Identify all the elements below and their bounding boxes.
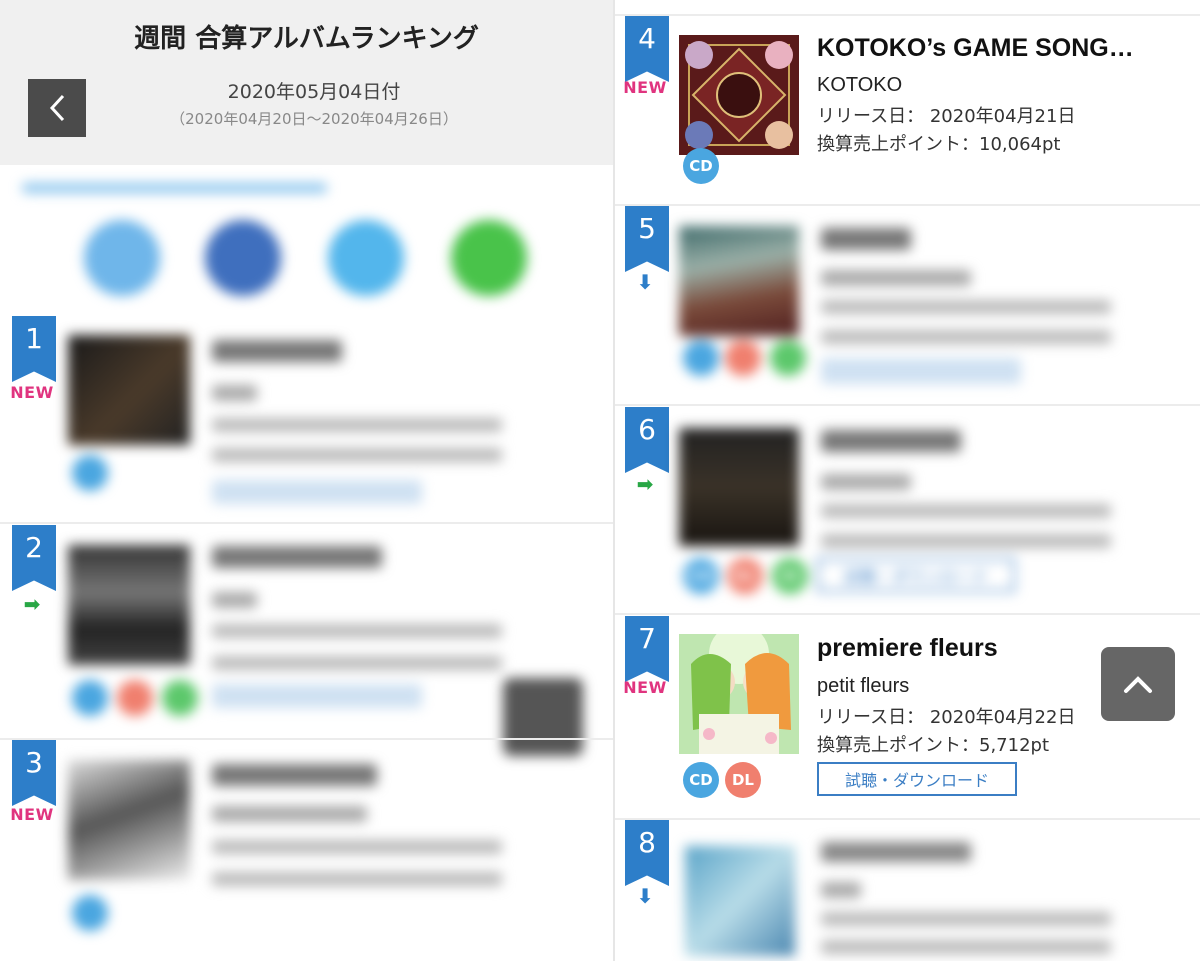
- rank-ribbon: 7: [625, 616, 669, 682]
- rank-ribbon: 2: [12, 525, 56, 591]
- sales-points: 換算売上ポイント：10,064pt: [817, 130, 1060, 156]
- chart-range: （2020年04月20日～2020年04月26日）: [170, 110, 458, 128]
- new-tag: NEW: [10, 383, 54, 402]
- rank-ribbon: 1: [12, 316, 56, 382]
- rank-down-arrow-icon: ⬇: [636, 270, 654, 294]
- page-title: 週間 合算アルバムランキング: [134, 24, 479, 54]
- album-cover[interactable]: [679, 428, 799, 546]
- scroll-top-button[interactable]: [1101, 647, 1175, 721]
- format-st-badge[interactable]: St: [772, 558, 808, 594]
- rank-ribbon: 4: [625, 16, 669, 82]
- album-cover[interactable]: [679, 35, 799, 155]
- album-art: [679, 35, 799, 155]
- points-value: 5,712pt: [979, 735, 1050, 756]
- format-dl-badge[interactable]: DL: [727, 558, 763, 594]
- share-icon-2[interactable]: [205, 220, 281, 296]
- share-icon-3[interactable]: [328, 220, 404, 296]
- rank-same-arrow-icon: ➡: [23, 592, 41, 616]
- album-title[interactable]: KOTOKO’s GAME SONG…: [817, 34, 1134, 63]
- right-ranking-panel: 4 NEW KOTOKO’s GAME SONG… KOTOKO リリース日： …: [613, 0, 1200, 961]
- artist-name[interactable]: KOTOKO: [817, 74, 902, 97]
- ranking-header: 週間 合算アルバムランキング 2020年05月04日付 （2020年04月20日…: [0, 0, 613, 165]
- artist-name[interactable]: petit fleurs: [817, 675, 909, 698]
- rank-ribbon: 8: [625, 820, 669, 886]
- release-value: 2020年04月22日: [929, 707, 1076, 728]
- new-tag: NEW: [623, 678, 667, 697]
- rank-same-arrow-icon: ➡: [636, 472, 654, 496]
- new-tag: NEW: [10, 805, 54, 824]
- album-cover[interactable]: [685, 846, 795, 956]
- chevron-up-icon: [1124, 676, 1152, 693]
- share-caption: [22, 183, 327, 193]
- share-icon-4[interactable]: [451, 220, 527, 296]
- share-icon-1[interactable]: [84, 220, 160, 296]
- rank-ribbon: 6: [625, 407, 669, 473]
- release-label: リリース日：: [817, 106, 925, 127]
- listen-download-button[interactable]: 試聴・ダウンロード: [817, 762, 1017, 796]
- ghost-floating-button: [503, 678, 583, 756]
- album-cover[interactable]: [68, 760, 190, 880]
- album-art: [679, 634, 799, 754]
- album-cover[interactable]: [679, 634, 799, 754]
- left-ranking-panel: 週間 合算アルバムランキング 2020年05月04日付 （2020年04月20日…: [0, 0, 613, 961]
- release-date: リリース日： 2020年04月21日: [817, 102, 1075, 128]
- album-cover[interactable]: [679, 226, 799, 336]
- points-label: 換算売上ポイント：: [817, 134, 979, 155]
- release-label: リリース日：: [817, 707, 925, 728]
- format-cd-badge[interactable]: CD: [683, 762, 719, 798]
- listen-download-button[interactable]: 試聴・ダウンロード: [817, 558, 1015, 592]
- album-cover[interactable]: [68, 545, 190, 665]
- rank-ribbon: 5: [625, 206, 669, 272]
- format-cd-badge[interactable]: CD: [683, 558, 719, 594]
- format-cd-badge[interactable]: CD: [683, 148, 719, 184]
- rank-down-arrow-icon: ⬇: [636, 884, 654, 908]
- album-cover[interactable]: [68, 335, 190, 445]
- chart-date: 2020年05月04日付: [227, 81, 401, 103]
- points-value: 10,064pt: [979, 134, 1061, 155]
- release-date: リリース日： 2020年04月22日: [817, 703, 1075, 729]
- points-label: 換算売上ポイント：: [817, 735, 979, 756]
- album-title[interactable]: premiere fleurs: [817, 634, 998, 663]
- new-tag: NEW: [623, 78, 667, 97]
- rank-ribbon: 3: [12, 740, 56, 806]
- format-dl-badge[interactable]: DL: [725, 762, 761, 798]
- sales-points: 換算売上ポイント：5,712pt: [817, 731, 1049, 757]
- release-value: 2020年04月21日: [929, 106, 1076, 127]
